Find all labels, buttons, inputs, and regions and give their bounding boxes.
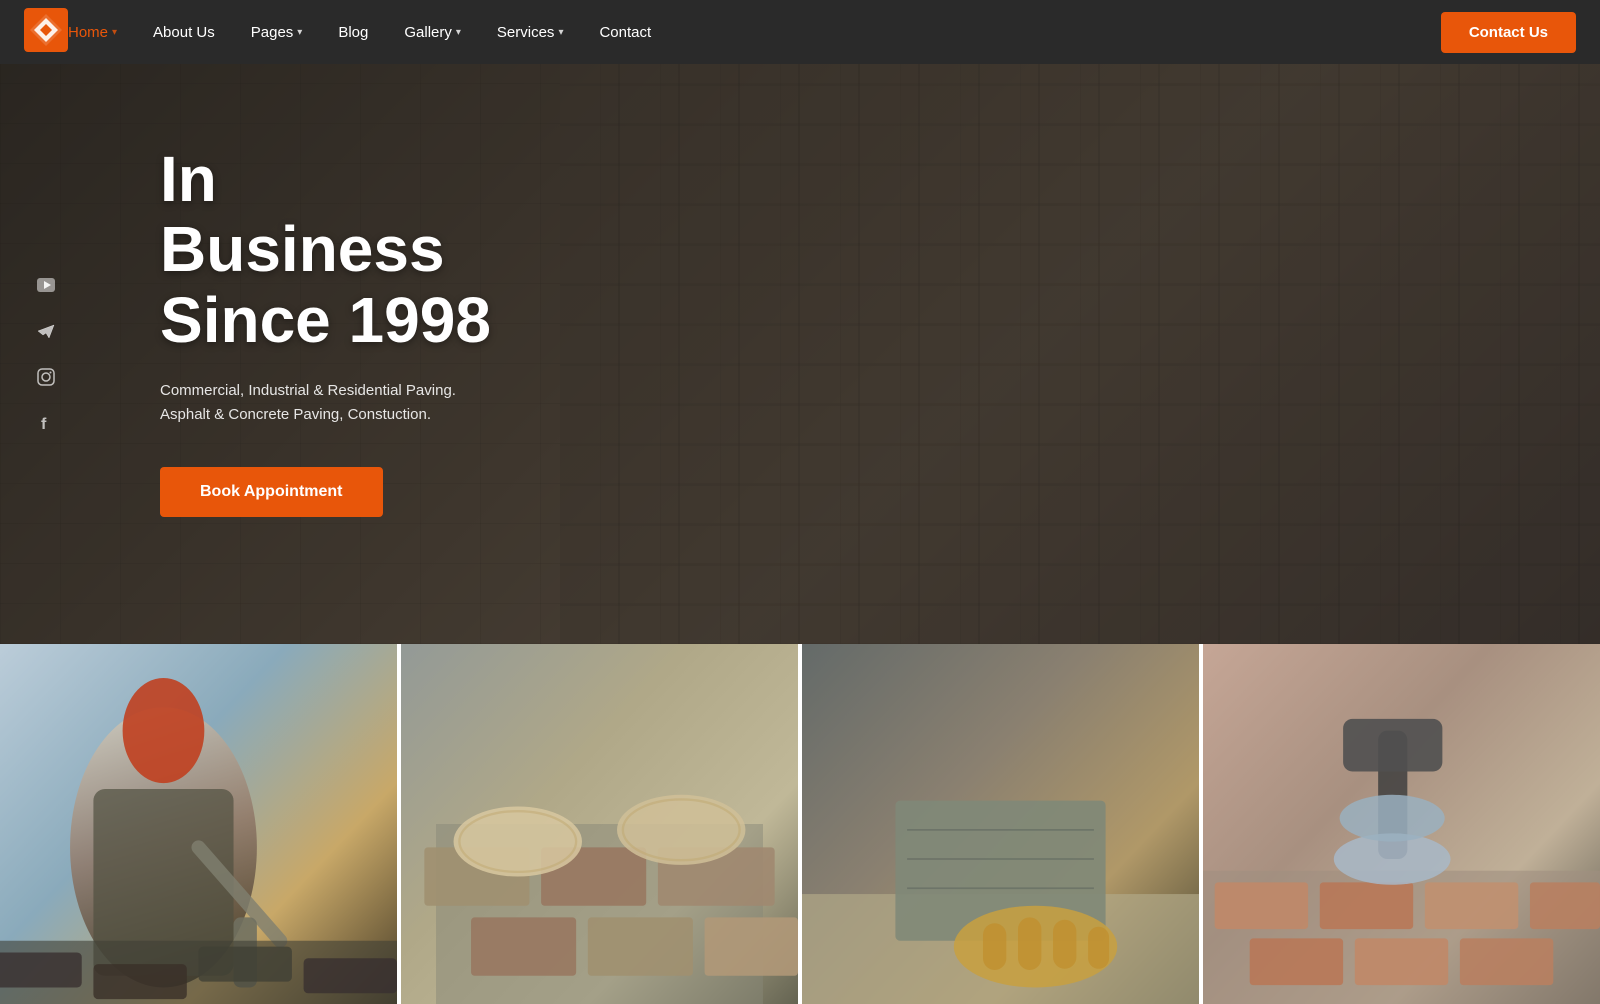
hero-section: f In Business Since 1998 Commercial, Ind… bbox=[0, 64, 1600, 644]
nav-link-about[interactable]: About Us bbox=[153, 24, 215, 41]
hero-title: In Business Since 1998 bbox=[160, 144, 500, 355]
navbar: Home ▾ About Us Pages ▾ Blog Gallery ▾ S… bbox=[0, 0, 1600, 64]
pages-chevron-icon: ▾ bbox=[297, 27, 302, 38]
social-sidebar: f bbox=[32, 271, 60, 437]
contact-us-button[interactable]: Contact Us bbox=[1441, 12, 1576, 53]
hero-content: In Business Since 1998 Commercial, Indus… bbox=[0, 64, 620, 577]
telegram-icon[interactable] bbox=[32, 317, 60, 345]
gallery-item-4[interactable] bbox=[1199, 644, 1600, 1004]
gallery-item-2[interactable] bbox=[397, 644, 798, 1004]
nav-link-home[interactable]: Home ▾ bbox=[68, 24, 117, 41]
logo[interactable] bbox=[24, 8, 68, 57]
nav-link-blog[interactable]: Blog bbox=[338, 24, 368, 41]
hero-subtitle: Commercial, Industrial & Residential Pav… bbox=[160, 379, 500, 427]
nav-link-services[interactable]: Services ▾ bbox=[497, 24, 564, 41]
gallery-item-1[interactable] bbox=[0, 644, 397, 1004]
gallery-strip bbox=[0, 644, 1600, 1004]
nav-link-gallery[interactable]: Gallery ▾ bbox=[404, 24, 461, 41]
nav-link-contact[interactable]: Contact bbox=[599, 24, 651, 41]
instagram-icon[interactable] bbox=[32, 363, 60, 391]
gallery-chevron-icon: ▾ bbox=[456, 27, 461, 38]
book-appointment-button[interactable]: Book Appointment bbox=[160, 467, 383, 517]
services-chevron-icon: ▾ bbox=[558, 27, 563, 38]
youtube-icon[interactable] bbox=[32, 271, 60, 299]
facebook-icon[interactable]: f bbox=[32, 409, 60, 437]
nav-link-pages[interactable]: Pages ▾ bbox=[251, 24, 303, 41]
gallery-item-3[interactable] bbox=[798, 644, 1199, 1004]
home-chevron-icon: ▾ bbox=[112, 27, 117, 38]
nav-links: Home ▾ About Us Pages ▾ Blog Gallery ▾ S… bbox=[68, 24, 1441, 41]
svg-text:f: f bbox=[41, 416, 47, 432]
